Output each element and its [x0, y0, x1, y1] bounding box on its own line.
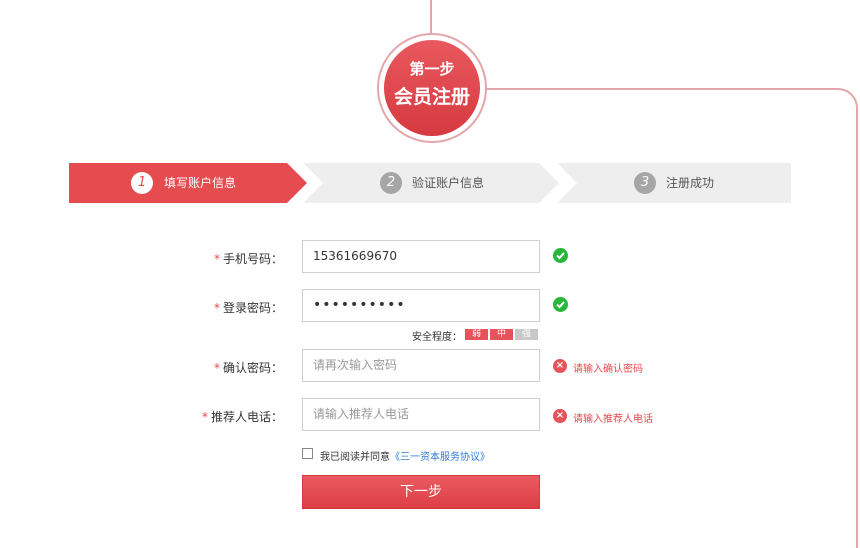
- strength-medium: 中: [490, 329, 513, 340]
- confirm-error: 请输入确认密码: [573, 364, 643, 375]
- progress-steps: 1 填写账户信息 2 验证账户信息 3 注册成功: [69, 163, 791, 203]
- step-1-number: 1: [131, 172, 153, 194]
- check-icon: [553, 297, 568, 312]
- check-icon: [553, 248, 568, 263]
- strength-strong: 强: [515, 329, 538, 340]
- agreement-text: 我已阅读并同意《三一资本服务协议》: [320, 452, 490, 463]
- strength-weak: 弱: [465, 329, 488, 340]
- password-label: * 登录密码：: [213, 301, 283, 315]
- step-3-number: 3: [634, 172, 656, 194]
- step-3-label: 注册成功: [666, 176, 715, 190]
- step-badge-subtitle: 第一步: [409, 60, 455, 78]
- referrer-error: 请输入推荐人电话: [573, 414, 653, 425]
- phone-label: * 手机号码：: [213, 252, 283, 266]
- referrer-phone-input[interactable]: 请输入推荐人电话: [302, 398, 540, 431]
- step-2-label: 验证账户信息: [412, 176, 485, 190]
- step-2-number: 2: [380, 172, 402, 194]
- referrer-label: * 推荐人电话：: [201, 410, 283, 424]
- agreement-link[interactable]: 《三一资本服务协议》: [390, 452, 490, 463]
- step-badge: 第一步 会员注册: [384, 40, 480, 136]
- error-icon: ×: [553, 409, 567, 423]
- strength-label: 安全程度：: [412, 332, 462, 343]
- confirm-password-input[interactable]: 请再次输入密码: [302, 349, 540, 382]
- step-badge-title: 会员注册: [393, 86, 470, 108]
- confirm-label: * 确认密码：: [213, 361, 283, 375]
- agreement-checkbox[interactable]: [302, 448, 313, 459]
- decorative-curve: [484, 88, 858, 548]
- next-button[interactable]: 下一步: [302, 475, 540, 509]
- error-icon: ×: [553, 359, 567, 373]
- password-input[interactable]: ••••••••••: [302, 289, 540, 322]
- step-1-label: 填写账户信息: [164, 176, 237, 190]
- phone-input[interactable]: 15361669670: [302, 240, 540, 273]
